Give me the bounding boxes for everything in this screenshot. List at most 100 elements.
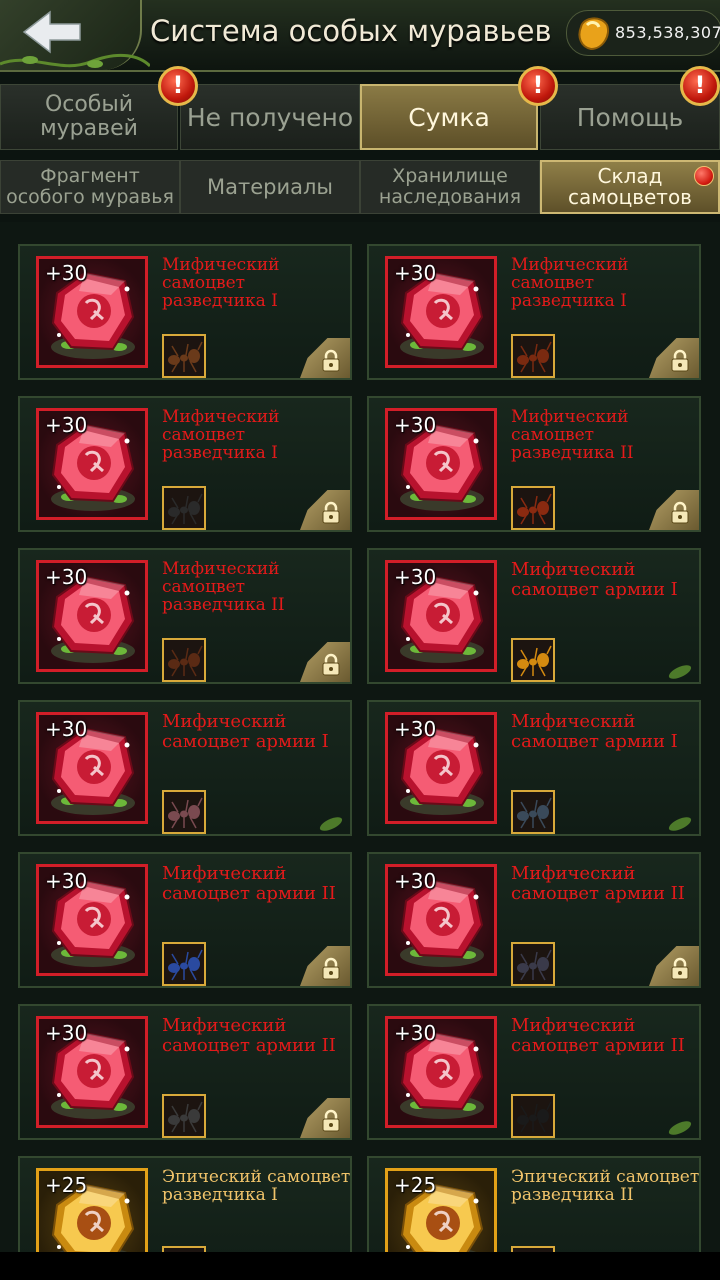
- lock-badge[interactable]: [300, 642, 350, 682]
- lock-badge[interactable]: [649, 490, 699, 530]
- ant-portrait: [511, 942, 555, 986]
- gem-level: +30: [45, 869, 88, 893]
- gem-card[interactable]: +25 Эпический самоцвет разведчика I: [18, 1156, 352, 1252]
- gem-name: Мифический самоцвет армии I: [511, 559, 678, 600]
- notification-dot: [694, 166, 714, 186]
- tab-label: Особый муравей: [40, 92, 138, 141]
- ant-icon: [517, 493, 552, 525]
- ant-portrait: [162, 486, 206, 530]
- gem-card[interactable]: +30 Мифический самоцвет армии I: [367, 700, 701, 836]
- currency-value: 853,538,307: [615, 23, 720, 42]
- alert-icon: !: [680, 66, 720, 106]
- lock-icon: [322, 1109, 340, 1132]
- gem-level: +30: [45, 1021, 88, 1045]
- gem-level: +30: [394, 565, 437, 589]
- ant-icon: [517, 341, 552, 373]
- ant-icon: [517, 949, 552, 981]
- back-arrow-icon: [22, 10, 81, 54]
- gem-level: +30: [394, 1021, 437, 1045]
- gem-level: +30: [45, 717, 88, 741]
- vine-decoration: [0, 53, 150, 68]
- tab-label: Не получено: [186, 102, 354, 132]
- gem-name: Мифический самоцвет армии I: [511, 711, 678, 752]
- ant-icon: [168, 1101, 203, 1133]
- page-title: Система особых муравьев: [150, 14, 552, 48]
- gem-icon-frame: +30: [385, 560, 497, 672]
- gem-icon-frame: +30: [36, 864, 148, 976]
- ant-portrait: [511, 638, 555, 682]
- amber-icon: [578, 17, 609, 51]
- gem-icon-frame: +30: [385, 1016, 497, 1128]
- ant-portrait: [511, 486, 555, 530]
- gem-icon-frame: +25: [36, 1168, 148, 1252]
- gem-name: Мифический самоцвет разведчика II: [511, 407, 634, 463]
- lock-badge[interactable]: [300, 490, 350, 530]
- gem-icon-frame: +30: [385, 864, 497, 976]
- gem-name: Мифический самоцвет армии II: [162, 863, 336, 904]
- lock-icon: [671, 957, 689, 980]
- gem-list[interactable]: +30 Мифический самоцвет разведчика I +30…: [0, 222, 720, 1252]
- gem-name: Мифический самоцвет разведчика I: [162, 407, 280, 463]
- lock-badge[interactable]: [300, 338, 350, 378]
- gem-level: +25: [394, 1173, 437, 1197]
- gem-icon-frame: +30: [36, 408, 148, 520]
- subtab-label: Фрагмент особого муравья: [6, 165, 174, 208]
- ant-portrait: [162, 1094, 206, 1138]
- subtab-ant-fragment[interactable]: Фрагмент особого муравья: [0, 160, 180, 214]
- tab-bag[interactable]: Сумка: [360, 84, 538, 150]
- subtab-materials[interactable]: Материалы: [180, 160, 360, 214]
- gem-card[interactable]: +30 Мифический самоцвет армии II: [18, 1004, 352, 1140]
- gem-card[interactable]: +30 Мифический самоцвет армии I: [367, 548, 701, 684]
- subtab-gem-warehouse[interactable]: Склад самоцветов: [540, 160, 720, 214]
- gem-name: Мифический самоцвет разведчика I: [511, 255, 629, 311]
- gem-card[interactable]: +30 Мифический самоцвет армии II: [18, 852, 352, 988]
- lock-icon: [671, 501, 689, 524]
- alert-icon: !: [158, 66, 198, 106]
- subtab-label: Хранилище наследования: [378, 165, 522, 208]
- gem-card[interactable]: +30 Мифический самоцвет разведчика II: [18, 548, 352, 684]
- top-bar: Система особых муравьев 853,538,307: [0, 0, 720, 72]
- tab-not-obtained[interactable]: Не получено: [180, 84, 360, 150]
- gem-name: Эпический самоцвет разведчика I: [162, 1167, 351, 1205]
- gem-card[interactable]: +30 Мифический самоцвет разведчика I: [18, 396, 352, 532]
- gem-card[interactable]: +30 Мифический самоцвет разведчика II: [367, 396, 701, 532]
- gem-level: +30: [45, 413, 88, 437]
- gem-icon-frame: +30: [385, 712, 497, 824]
- lock-badge[interactable]: [649, 946, 699, 986]
- leaf-decoration: [668, 817, 692, 831]
- lock-badge[interactable]: [300, 946, 350, 986]
- gem-card[interactable]: +30 Мифический самоцвет армии I: [18, 700, 352, 836]
- gem-icon-frame: +30: [36, 256, 148, 368]
- tab-special-ant[interactable]: Особый муравей: [0, 84, 178, 150]
- ant-portrait: [162, 790, 206, 834]
- gem-level: +30: [394, 717, 437, 741]
- lock-badge[interactable]: [649, 338, 699, 378]
- subtab-inheritance-storage[interactable]: Хранилище наследования: [360, 160, 540, 214]
- currency-display: 853,538,307: [566, 10, 720, 56]
- gem-card[interactable]: +25 Эпический самоцвет разведчика II: [367, 1156, 701, 1252]
- gem-name: Мифический самоцвет армии II: [511, 1015, 685, 1056]
- gem-name: Мифический самоцвет армии I: [162, 711, 329, 752]
- subtab-label: Склад самоцветов: [568, 164, 692, 209]
- lock-icon: [322, 501, 340, 524]
- gem-level: +30: [394, 869, 437, 893]
- gem-level: +30: [45, 261, 88, 285]
- gem-card[interactable]: +30 Мифический самоцвет армии II: [367, 852, 701, 988]
- gem-name: Эпический самоцвет разведчика II: [511, 1167, 700, 1205]
- gem-icon-frame: +30: [36, 1016, 148, 1128]
- ant-portrait: [162, 942, 206, 986]
- gem-card[interactable]: +30 Мифический самоцвет разведчика I: [367, 244, 701, 380]
- gem-card[interactable]: +30 Мифический самоцвет разведчика I: [18, 244, 352, 380]
- tab-label: Помощь: [576, 102, 684, 132]
- ant-portrait: [511, 790, 555, 834]
- lock-badge[interactable]: [300, 1098, 350, 1138]
- gem-card[interactable]: +30 Мифический самоцвет армии II: [367, 1004, 701, 1140]
- gem-level: +25: [45, 1173, 88, 1197]
- gem-level: +30: [45, 565, 88, 589]
- leaf-decoration: [319, 817, 343, 831]
- ant-icon: [168, 493, 203, 525]
- lock-icon: [322, 349, 340, 372]
- bottom-strip: [0, 1252, 720, 1280]
- main-tabs: Особый муравей Не получено Сумка Помощь …: [0, 66, 720, 150]
- ant-icon: [168, 645, 203, 677]
